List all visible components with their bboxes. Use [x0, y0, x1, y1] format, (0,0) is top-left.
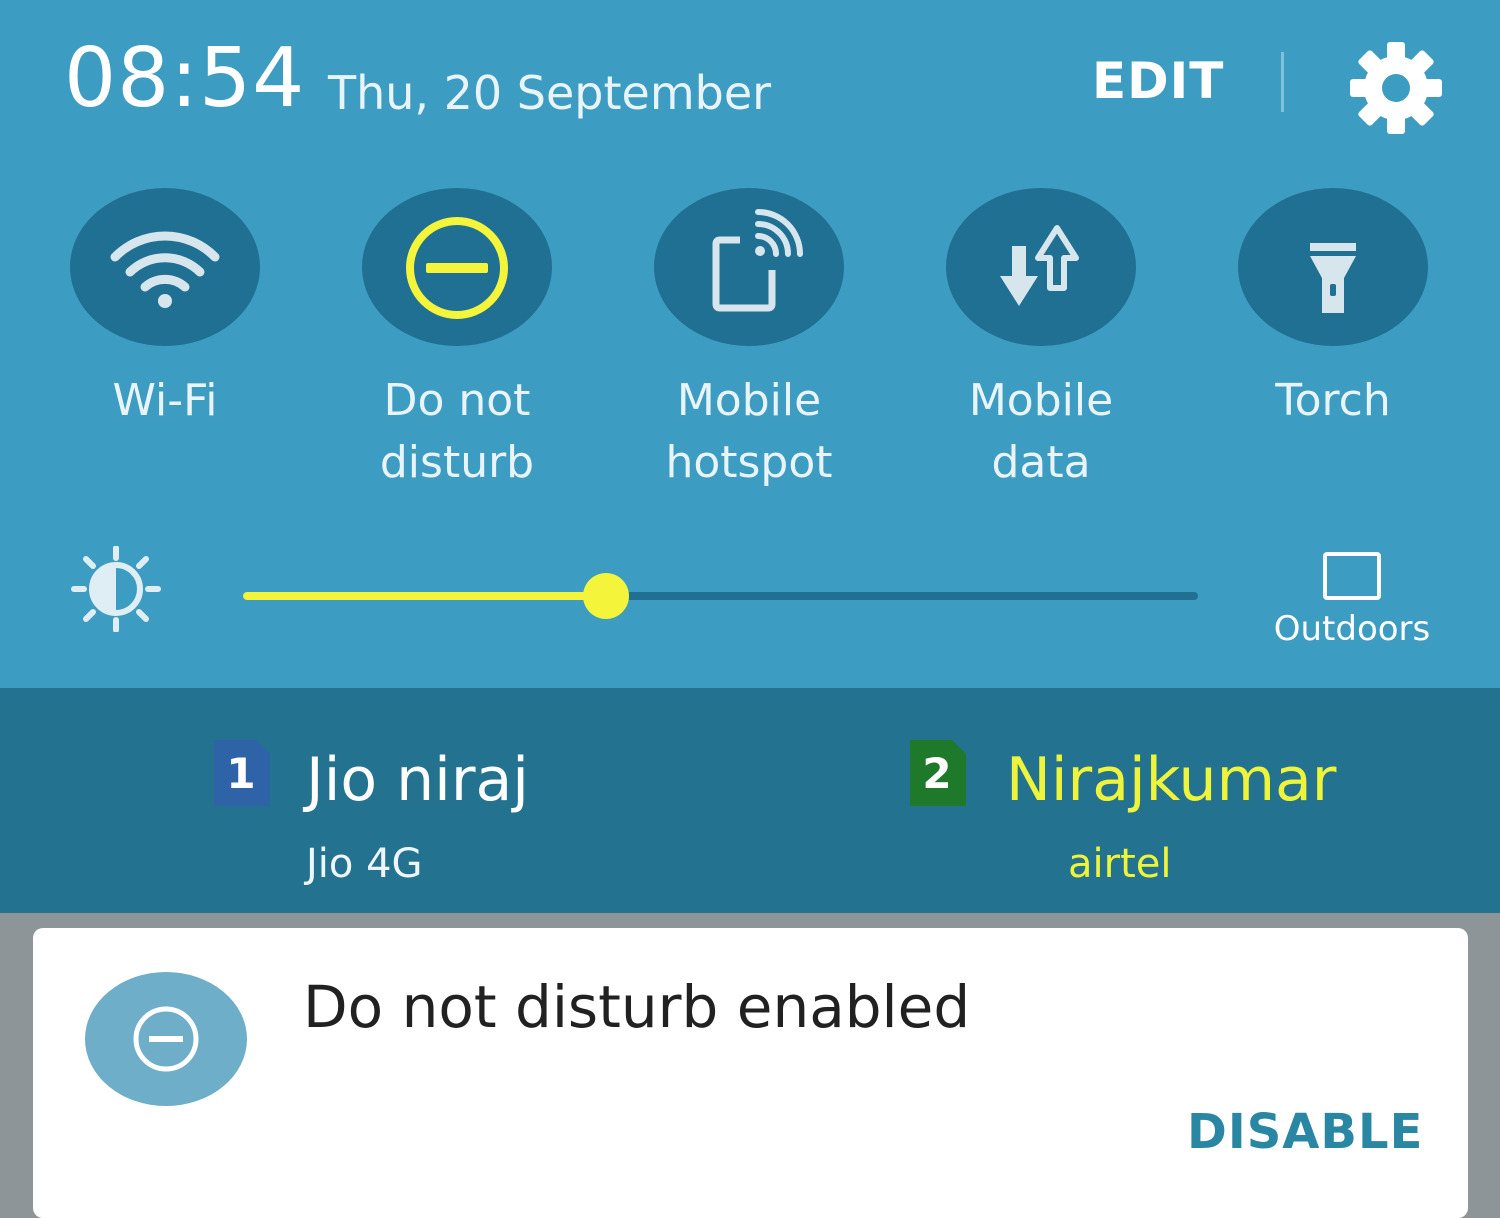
brightness-fill: [243, 592, 606, 600]
tile-torch[interactable]: Torch: [1223, 188, 1443, 432]
torch-icon: [1310, 243, 1356, 313]
sim-2-badge: 2: [906, 738, 968, 808]
tile-hotspot-circle: [654, 188, 844, 346]
sim-1-carrier: Jio 4G: [306, 841, 423, 887]
wifi-icon: [110, 231, 220, 308]
outdoors-label: Outdoors: [1273, 609, 1431, 649]
disable-button[interactable]: DISABLE: [1187, 1108, 1423, 1156]
brightness-slider[interactable]: [243, 573, 1198, 619]
mobile-data-icon: [1000, 225, 1079, 306]
tile-mobile-data[interactable]: Mobile data: [931, 188, 1151, 494]
notification-title: Do not disturb enabled: [303, 973, 971, 1041]
outdoors-checkbox[interactable]: [1323, 552, 1381, 600]
outdoors-toggle[interactable]: Outdoors: [1252, 552, 1452, 646]
do-not-disturb-icon: [406, 217, 508, 319]
clock-date: Thu, 20 September: [328, 66, 772, 120]
tile-data-label: Mobile data: [968, 375, 1114, 488]
dnd-notification-card[interactable]: Do not disturb enabled DISABLE: [33, 928, 1468, 1218]
tile-mobile-hotspot[interactable]: Mobile hotspot: [639, 188, 859, 494]
do-not-disturb-icon: [133, 1006, 199, 1072]
sim-1-name: Jio niraj: [306, 745, 529, 815]
quick-settings-panel: 08:54 Thu, 20 September EDIT Wi-Fi Do no…: [0, 0, 1500, 688]
tile-torch-circle: [1238, 188, 1428, 346]
tile-dnd-label: Do not disturb: [379, 375, 535, 488]
brightness-thumb[interactable]: [582, 573, 629, 619]
tile-hotspot-label: Mobile hotspot: [665, 375, 833, 488]
tile-dnd-circle: [362, 188, 552, 346]
edit-button[interactable]: EDIT: [1092, 56, 1224, 106]
brightness-icon: [64, 545, 168, 633]
sim-2-carrier: airtel: [1068, 841, 1172, 887]
tile-data-circle: [946, 188, 1136, 346]
notification-icon: [85, 972, 247, 1106]
tile-torch-label: Torch: [1275, 375, 1391, 426]
sim-2-name: Nirajkumar: [1006, 745, 1337, 815]
sim-1-badge: 1: [210, 738, 272, 808]
mobile-hotspot-icon: [712, 209, 803, 312]
tile-wifi[interactable]: Wi-Fi: [55, 188, 275, 432]
header-divider: [1281, 52, 1284, 112]
clock-time: 08:54: [64, 31, 306, 126]
sim-bar: 1 Jio niraj Jio 4G 2 Nirajkumar airtel: [0, 688, 1500, 913]
tile-wifi-circle: [70, 188, 260, 346]
gear-icon[interactable]: [1346, 38, 1446, 138]
tile-do-not-disturb[interactable]: Do not disturb: [347, 188, 567, 494]
tile-wifi-label: Wi-Fi: [112, 375, 218, 426]
